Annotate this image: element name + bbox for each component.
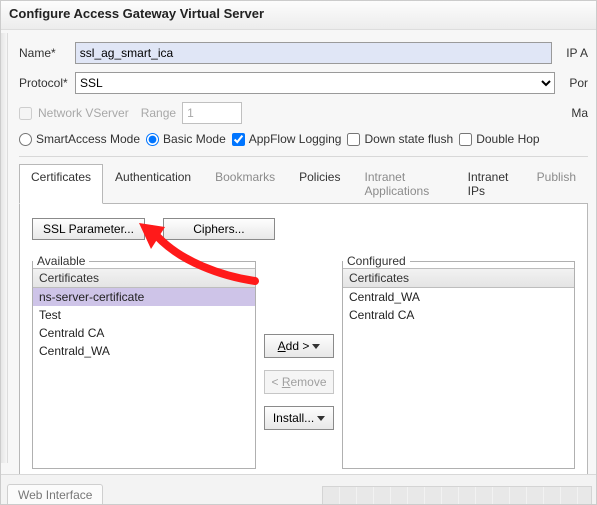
available-listbox[interactable]: Certificates ns-server-certificate Test … — [33, 268, 255, 468]
smartaccess-radio-label[interactable]: SmartAccess Mode — [19, 132, 140, 146]
remove-button: < Remove — [264, 370, 334, 394]
available-legend: Available — [33, 254, 89, 268]
install-button[interactable]: Install... — [264, 406, 334, 430]
doublehop-check-label[interactable]: Double Hop — [459, 132, 539, 146]
dialog-title: Configure Access Gateway Virtual Server — [1, 1, 596, 30]
footer-tab-web-interface[interactable]: Web Interface — [7, 484, 103, 504]
network-vserver-checkbox — [19, 107, 32, 120]
list-item[interactable]: Centrald CA — [343, 306, 574, 324]
dialog-body: Name* IP A Protocol* SSL Por Network VSe… — [1, 30, 596, 505]
tab-bookmarks[interactable]: Bookmarks — [203, 164, 287, 204]
chevron-down-icon — [317, 416, 325, 421]
appflow-checkbox[interactable] — [232, 133, 245, 146]
transfer-buttons: Add > < Remove Install... — [256, 254, 342, 430]
list-item[interactable]: Centrald CA — [33, 324, 255, 342]
add-button[interactable]: Add > — [264, 334, 334, 358]
configured-legend: Configured — [343, 254, 410, 268]
left-gutter — [1, 33, 8, 463]
smartaccess-radio[interactable] — [19, 133, 32, 146]
tab-strip: Certificates Authentication Bookmarks Po… — [19, 163, 588, 204]
network-vserver-label: Network VServer — [38, 106, 129, 120]
configured-fieldset: Configured Certificates Centrald_WA Cent… — [342, 254, 575, 469]
tab-authentication[interactable]: Authentication — [103, 164, 203, 204]
chevron-down-icon — [312, 344, 320, 349]
mode-row: SmartAccess Mode Basic Mode AppFlow Logg… — [19, 132, 588, 146]
ip-label-trunc: IP A — [552, 46, 588, 60]
range-input — [182, 102, 242, 124]
list-item[interactable]: Test — [33, 306, 255, 324]
range-label: Range — [141, 106, 176, 120]
configured-header: Certificates — [343, 268, 574, 288]
available-header: Certificates — [33, 268, 255, 288]
footer: Web Interface — [1, 474, 596, 504]
ciphers-button[interactable]: Ciphers... — [163, 218, 275, 240]
basic-radio-label[interactable]: Basic Mode — [146, 132, 226, 146]
name-label: Name* — [19, 46, 75, 60]
footer-ruler — [322, 486, 592, 504]
tab-intranet-applications[interactable]: Intranet Applications — [352, 164, 455, 204]
protocol-select[interactable]: SSL — [75, 72, 555, 94]
tab-intranet-ips[interactable]: Intranet IPs — [456, 164, 525, 204]
port-label-trunc: Por — [555, 76, 588, 90]
basic-radio[interactable] — [146, 133, 159, 146]
list-item[interactable]: Centrald_WA — [343, 288, 574, 306]
tab-certificates[interactable]: Certificates — [19, 164, 103, 204]
appflow-check-label[interactable]: AppFlow Logging — [232, 132, 342, 146]
downstate-checkbox[interactable] — [347, 133, 360, 146]
list-item[interactable]: ns-server-certificate — [33, 288, 255, 306]
downstate-check-label[interactable]: Down state flush — [347, 132, 453, 146]
ssl-parameter-button[interactable]: SSL Parameter... — [32, 218, 145, 240]
doublehop-checkbox[interactable] — [459, 133, 472, 146]
tab-published[interactable]: Publish — [525, 164, 588, 204]
protocol-label: Protocol* — [19, 76, 75, 90]
tab-panel-certificates: SSL Parameter... Ciphers... Available Ce… — [19, 204, 588, 505]
list-item[interactable]: Centrald_WA — [33, 342, 255, 360]
configured-listbox[interactable]: Certificates Centrald_WA Centrald CA — [343, 268, 574, 468]
name-input[interactable] — [75, 42, 552, 64]
tab-policies[interactable]: Policies — [287, 164, 352, 204]
maxusers-label-trunc: Ma — [557, 106, 588, 120]
dialog-window: Configure Access Gateway Virtual Server … — [0, 0, 597, 505]
available-fieldset: Available Certificates ns-server-certifi… — [32, 254, 256, 469]
separator — [19, 156, 588, 157]
